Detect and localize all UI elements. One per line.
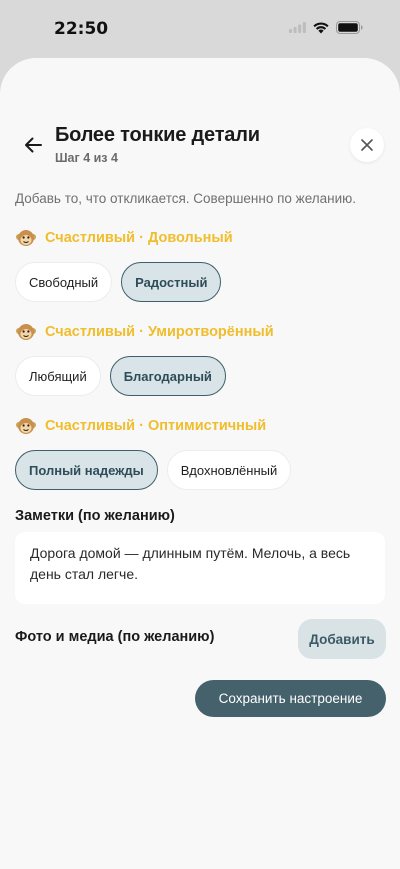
emotion-group-content: Счастливый · Довольный Свободный Радостн…	[15, 227, 390, 302]
chip-list: Любящий Благодарный	[15, 356, 390, 396]
chip-list: Свободный Радостный	[15, 262, 390, 302]
wifi-icon	[313, 21, 329, 33]
status-bar: 22:50	[0, 0, 400, 58]
mood-details-sheet: Более тонкие детали Шаг 4 из 4 Добавь то…	[0, 58, 400, 869]
intro-text: Добавь то, что откликается. Совершенно п…	[15, 191, 357, 206]
happy-face-icon	[15, 227, 37, 249]
chip-radostny[interactable]: Радостный	[121, 262, 222, 302]
media-label: Фото и медиа (по желанию)	[15, 629, 215, 645]
emotion-group-peaceful: Счастливый · Умиротворённый Любящий Благ…	[15, 321, 390, 396]
group-label: Счастливый · Довольный	[45, 230, 233, 246]
status-icons	[289, 21, 363, 34]
close-icon	[361, 139, 373, 151]
step-indicator: Шаг 4 из 4	[55, 151, 118, 165]
group-label: Счастливый · Умиротворённый	[45, 324, 274, 340]
battery-icon	[336, 21, 363, 34]
chip-lyubyashchy[interactable]: Любящий	[15, 356, 101, 396]
chip-vdokhnovlenny[interactable]: Вдохновлённый	[166, 450, 292, 490]
chip-list: Полный надежды Вдохновлённый	[15, 450, 390, 490]
group-title: Счастливый · Оптимистичный	[15, 415, 390, 437]
notes-field[interactable]: Дорога домой — длинным путём. Мелочь, а …	[15, 532, 385, 604]
header: Более тонкие детали Шаг 4 из 4	[0, 124, 400, 174]
notes-label: Заметки (по желанию)	[15, 508, 175, 524]
save-mood-button[interactable]: Сохранить настроение	[195, 680, 386, 717]
happy-face-icon	[15, 321, 37, 343]
chip-polny-nadezhdy[interactable]: Полный надежды	[15, 450, 158, 490]
group-title: Счастливый · Умиротворённый	[15, 321, 390, 343]
arrow-left-icon	[25, 137, 42, 153]
back-button[interactable]	[20, 132, 46, 158]
close-button[interactable]	[350, 128, 384, 162]
chip-blagodarny[interactable]: Благодарный	[109, 356, 226, 396]
emotion-group-optimistic: Счастливый · Оптимистичный Полный надежд…	[15, 415, 390, 490]
status-time: 22:50	[54, 19, 109, 39]
signal-icon	[289, 22, 306, 33]
page-title: Более тонкие детали	[55, 124, 260, 146]
add-media-button[interactable]: Добавить	[298, 619, 386, 659]
group-label: Счастливый · Оптимистичный	[45, 418, 267, 434]
happy-face-icon	[15, 415, 37, 437]
group-title: Счастливый · Довольный	[15, 227, 390, 249]
chip-svobodny[interactable]: Свободный	[15, 262, 113, 302]
